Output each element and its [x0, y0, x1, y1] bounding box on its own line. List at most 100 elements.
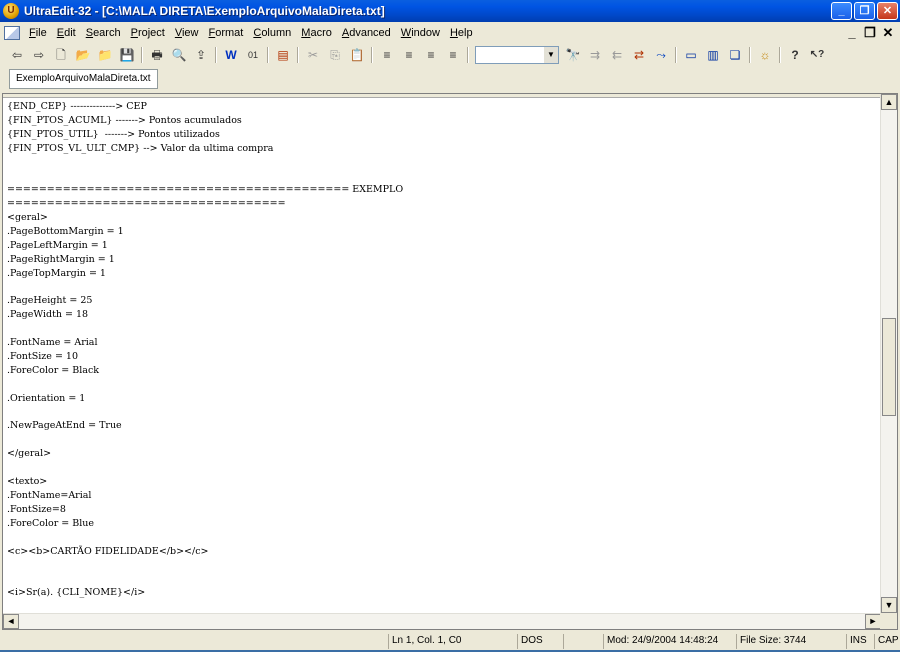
editor-line[interactable]: .ForeColor = Black: [7, 364, 879, 378]
editor-line[interactable]: [7, 531, 879, 545]
vertical-scroll-thumb[interactable]: [882, 318, 896, 416]
editor-line[interactable]: .FontSize = 10: [7, 350, 879, 364]
maximize-button[interactable]: ❐: [854, 2, 875, 20]
editor-line[interactable]: [7, 558, 879, 572]
scroll-down-button[interactable]: ▼: [881, 597, 897, 613]
doc-close-button[interactable]: ✕: [880, 25, 896, 41]
horizontal-scrollbar[interactable]: ◄ ►: [3, 613, 881, 629]
find-combo[interactable]: ▼: [475, 46, 559, 64]
editor-line[interactable]: .Orientation = 1: [7, 392, 879, 406]
copy-icon[interactable]: ⎘: [326, 46, 344, 64]
close-button[interactable]: ✕: [877, 2, 898, 20]
save-icon[interactable]: 💾: [118, 46, 136, 64]
menu-window[interactable]: Window: [396, 22, 445, 44]
editor-line[interactable]: .PageLeftMargin = 1: [7, 239, 879, 253]
justify-icon[interactable]: ≡: [444, 46, 462, 64]
document-window-controls: _ ❐ ✕: [844, 25, 896, 41]
menu-advanced[interactable]: Advanced: [337, 22, 396, 44]
editor-line[interactable]: .FontName = Arial: [7, 336, 879, 350]
editor-line[interactable]: [7, 378, 879, 392]
editor-line[interactable]: [7, 322, 879, 336]
open-icon[interactable]: 📁: [96, 46, 114, 64]
editor-line[interactable]: .PageRightMargin = 1: [7, 253, 879, 267]
scroll-up-button[interactable]: ▲: [881, 94, 897, 110]
split-horizontal-icon[interactable]: ▭: [682, 46, 700, 64]
back-icon[interactable]: ⇦: [8, 46, 26, 64]
align-center-icon[interactable]: ≡: [400, 46, 418, 64]
editor-line[interactable]: {FIN_PTOS_UTIL} -------> Pontos utilizad…: [7, 128, 879, 142]
editor-line[interactable]: .PageTopMargin = 1: [7, 267, 879, 281]
doc-minimize-button[interactable]: _: [844, 25, 860, 41]
scroll-right-button[interactable]: ►: [865, 614, 881, 629]
editor-line[interactable]: .ForeColor = Blue: [7, 517, 879, 531]
editor-text[interactable]: {END_CEP} --------------> CEP {FIN_PTOS_A…: [7, 100, 879, 610]
editor-line[interactable]: [7, 406, 879, 420]
menu-column[interactable]: Column: [248, 22, 296, 44]
vertical-scrollbar[interactable]: ▲ ▼: [880, 94, 897, 613]
editor-line[interactable]: </geral>: [7, 447, 879, 461]
editor-line[interactable]: .NewPageAtEnd = True: [7, 419, 879, 433]
editor-line[interactable]: [7, 461, 879, 475]
editor-line[interactable]: .PageWidth = 18: [7, 308, 879, 322]
document-icon[interactable]: [4, 26, 20, 40]
menu-macro[interactable]: Macro: [296, 22, 337, 44]
editor-line[interactable]: <i>Sr(a). {CLI_NOME}</i>: [7, 586, 879, 600]
editor-line[interactable]: [7, 433, 879, 447]
editor-line[interactable]: ===================================: [7, 197, 879, 211]
print-icon[interactable]: 🖶: [148, 46, 166, 64]
editor-line[interactable]: <c><b>CARTÃO FIDELIDADE</b></c>: [7, 545, 879, 559]
editor-line[interactable]: <geral>: [7, 211, 879, 225]
word-wrap-icon[interactable]: W: [222, 46, 240, 64]
title-bar[interactable]: U UltraEdit-32 - [C:\MALA DIRETA\Exemplo…: [0, 0, 900, 22]
scroll-left-button[interactable]: ◄: [3, 614, 19, 629]
column-mode-icon[interactable]: ▤: [274, 46, 292, 64]
find-icon[interactable]: 🔭: [564, 46, 582, 64]
cut-icon[interactable]: ✂: [304, 46, 322, 64]
app-icon[interactable]: U: [3, 3, 19, 19]
status-position: Ln 1, Col. 1, C0: [388, 634, 516, 649]
editor-line[interactable]: [7, 169, 879, 183]
new-file-icon[interactable]: 🗋: [52, 46, 70, 64]
replace-icon[interactable]: ⇄: [630, 46, 648, 64]
goto-icon[interactable]: ⤳: [652, 46, 670, 64]
print-preview-icon[interactable]: 🔍: [170, 46, 188, 64]
open-folder-icon[interactable]: 📂: [74, 46, 92, 64]
menu-view[interactable]: View: [170, 22, 204, 44]
editor-line[interactable]: .PageBottomMargin = 1: [7, 225, 879, 239]
doc-restore-button[interactable]: ❐: [862, 25, 878, 41]
align-right-icon[interactable]: ≡: [422, 46, 440, 64]
minimize-button[interactable]: _: [831, 2, 852, 20]
editor-line[interactable]: [7, 156, 879, 170]
ftp-icon[interactable]: ⇪: [192, 46, 210, 64]
editor-line[interactable]: {END_CEP} --------------> CEP: [7, 100, 879, 114]
find-prev-icon[interactable]: ⇇: [608, 46, 626, 64]
chevron-down-icon[interactable]: ▼: [544, 47, 558, 63]
split-vertical-icon[interactable]: ▥: [704, 46, 722, 64]
menu-format[interactable]: Format: [204, 22, 249, 44]
window-icon[interactable]: ❏: [726, 46, 744, 64]
paste-icon[interactable]: 📋: [348, 46, 366, 64]
editor-line[interactable]: <texto>: [7, 475, 879, 489]
find-next-icon[interactable]: ⇉: [586, 46, 604, 64]
editor[interactable]: {END_CEP} --------------> CEP {FIN_PTOS_A…: [2, 93, 898, 630]
context-help-icon[interactable]: ↖?: [808, 46, 826, 64]
settings-icon[interactable]: ☼: [756, 46, 774, 64]
editor-line[interactable]: [7, 281, 879, 295]
editor-line[interactable]: {FIN_PTOS_ACUML} -------> Pontos acumula…: [7, 114, 879, 128]
menu-edit[interactable]: Edit: [52, 22, 81, 44]
forward-icon[interactable]: ⇨: [30, 46, 48, 64]
help-icon[interactable]: ?: [786, 46, 804, 64]
editor-line[interactable]: [7, 572, 879, 586]
menu-file[interactable]: File: [24, 22, 52, 44]
editor-line[interactable]: .FontSize=8: [7, 503, 879, 517]
editor-line[interactable]: ========================================…: [7, 183, 879, 197]
menu-project[interactable]: Project: [126, 22, 170, 44]
menu-help[interactable]: Help: [445, 22, 478, 44]
menu-search[interactable]: Search: [81, 22, 126, 44]
align-left-icon[interactable]: ≡: [378, 46, 396, 64]
editor-line[interactable]: .FontName=Arial: [7, 489, 879, 503]
hex-icon[interactable]: 01: [244, 46, 262, 64]
editor-line[interactable]: .PageHeight = 25: [7, 294, 879, 308]
tab-exemplo-arquivo[interactable]: ExemploArquivoMalaDireta.txt: [9, 69, 158, 89]
editor-line[interactable]: {FIN_PTOS_VL_ULT_CMP} --> Valor da ultim…: [7, 142, 879, 156]
